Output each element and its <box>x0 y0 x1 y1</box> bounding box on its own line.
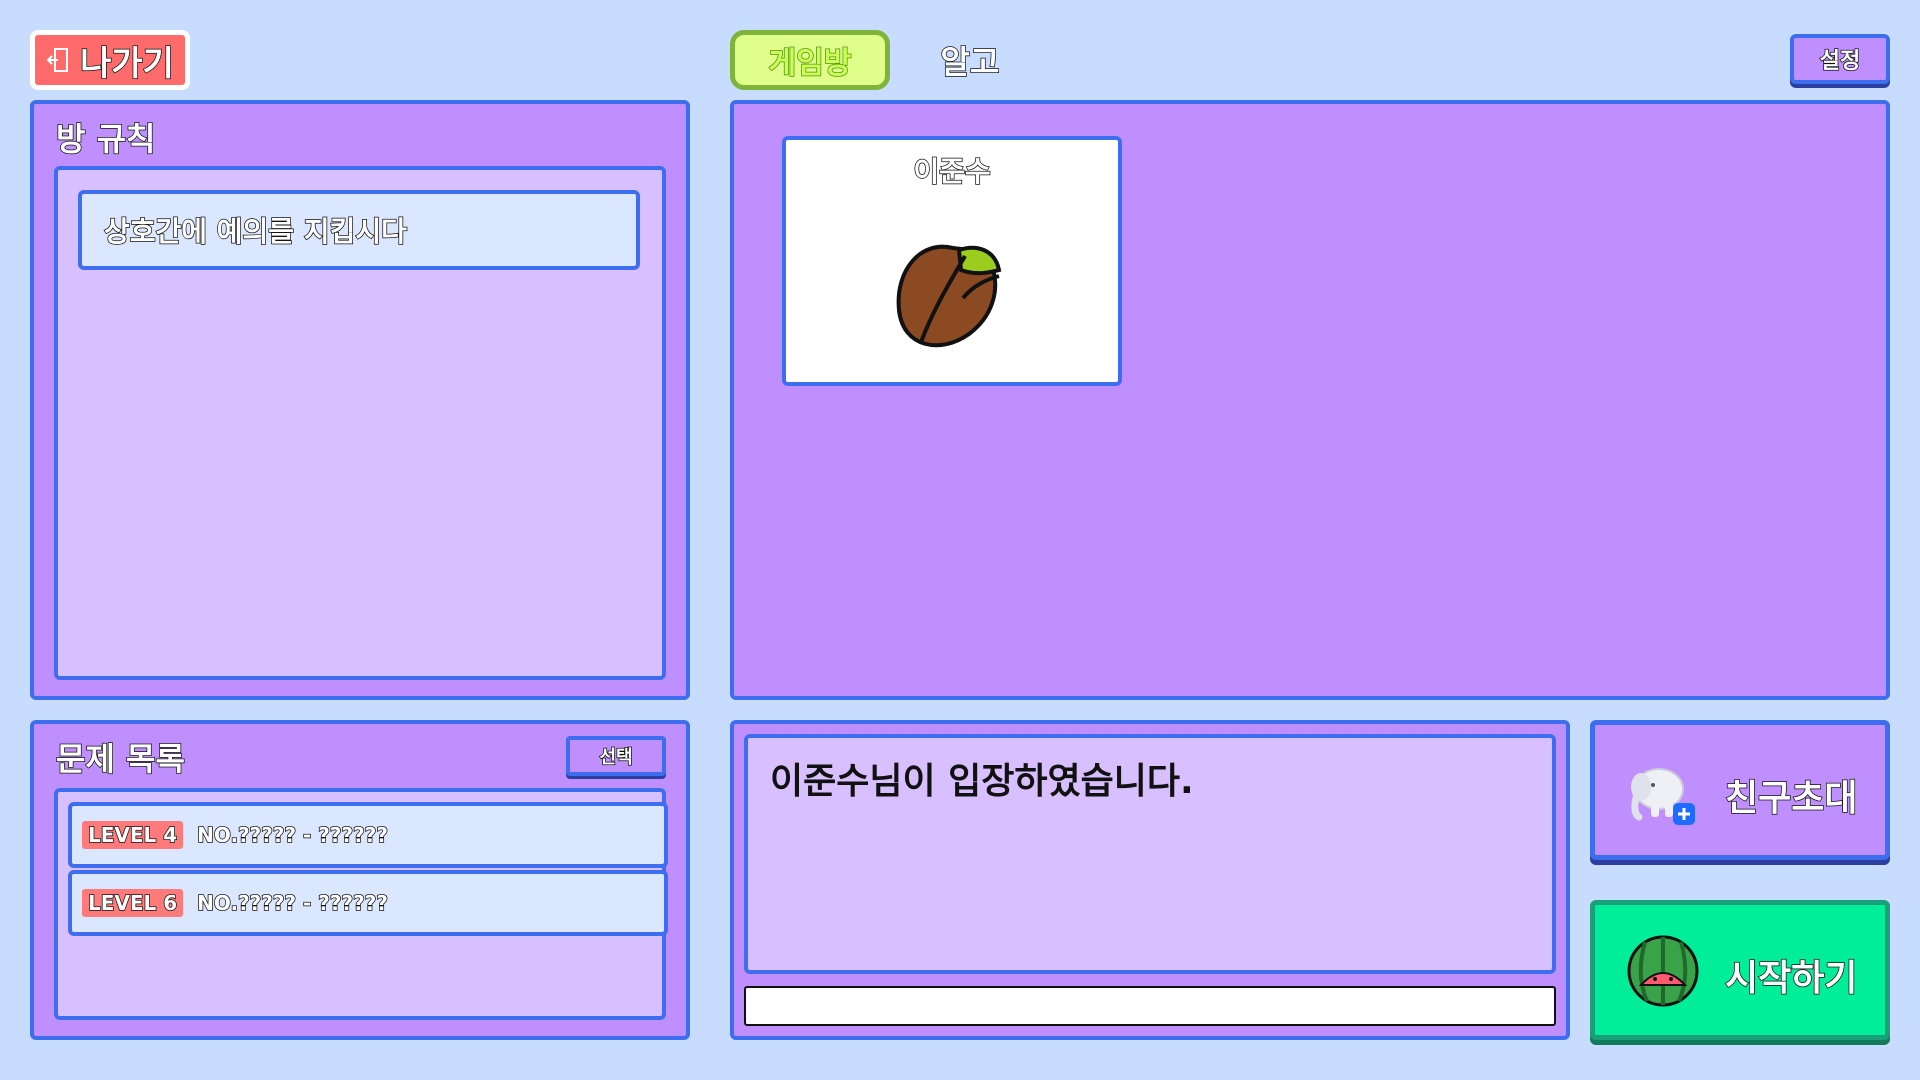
start-game-button[interactable]: 시작하기 <box>1590 900 1890 1040</box>
rules-list: 상호간에 예의를 지킵시다 <box>54 166 666 680</box>
player-name: 이준수 <box>913 154 992 189</box>
invite-label: 친구초대 <box>1724 777 1858 820</box>
exit-button[interactable]: 나가기 <box>30 30 190 90</box>
start-label: 시작하기 <box>1724 957 1858 1000</box>
exit-label: 나가기 <box>79 43 174 85</box>
tab-notice-label: 알고 <box>940 42 1000 82</box>
problem-row[interactable]: LEVEL 6 NO.????? - ?????? <box>68 870 668 936</box>
elephant-plus-icon <box>1631 768 1695 825</box>
chat-input[interactable] <box>744 986 1556 1026</box>
tab-notice[interactable]: 알고 <box>920 30 1020 90</box>
exit-door-icon <box>46 48 69 72</box>
player-panel: 이준수 <box>730 100 1890 700</box>
problems-panel: 문제 목록 선택 LEVEL 4 NO.????? - ?????? LEVEL… <box>30 720 690 1040</box>
problem-text: NO.????? - ?????? <box>196 822 388 848</box>
problem-row[interactable]: LEVEL 4 NO.????? - ?????? <box>68 802 668 868</box>
rule-text: 상호간에 예의를 지킵시다 <box>103 214 407 249</box>
tab-gameroom-label: 게임방 <box>768 45 852 82</box>
problems-list: LEVEL 4 NO.????? - ?????? LEVEL 6 NO.???… <box>54 788 668 1020</box>
settings-label: 설정 <box>1819 48 1861 75</box>
rule-item: 상호간에 예의를 지킵시다 <box>78 190 640 270</box>
watermelon-icon <box>1627 935 1699 1007</box>
problem-text: NO.????? - ?????? <box>196 890 388 916</box>
rules-panel: 방 규칙 상호간에 예의를 지킵시다 <box>30 100 690 700</box>
tab-gameroom[interactable]: 게임방 <box>730 30 890 90</box>
select-button[interactable]: 선택 <box>566 736 666 776</box>
problems-title: 문제 목록 <box>55 739 185 779</box>
level-badge: LEVEL 6 <box>82 889 184 917</box>
settings-button[interactable]: 설정 <box>1790 34 1890 84</box>
rules-title: 방 규칙 <box>55 119 156 159</box>
chat-message: 이준수님이 입장하였습니다. <box>770 761 1194 802</box>
invite-friend-button[interactable]: 친구초대 <box>1590 720 1890 860</box>
select-label: 선택 <box>599 746 634 769</box>
level-badge: LEVEL 4 <box>82 821 184 849</box>
seed-icon <box>896 244 1002 348</box>
chat-log: 이준수님이 입장하였습니다. <box>744 734 1556 974</box>
player-card[interactable]: 이준수 <box>782 136 1122 386</box>
chat-panel: 이준수님이 입장하였습니다. <box>730 720 1570 1040</box>
